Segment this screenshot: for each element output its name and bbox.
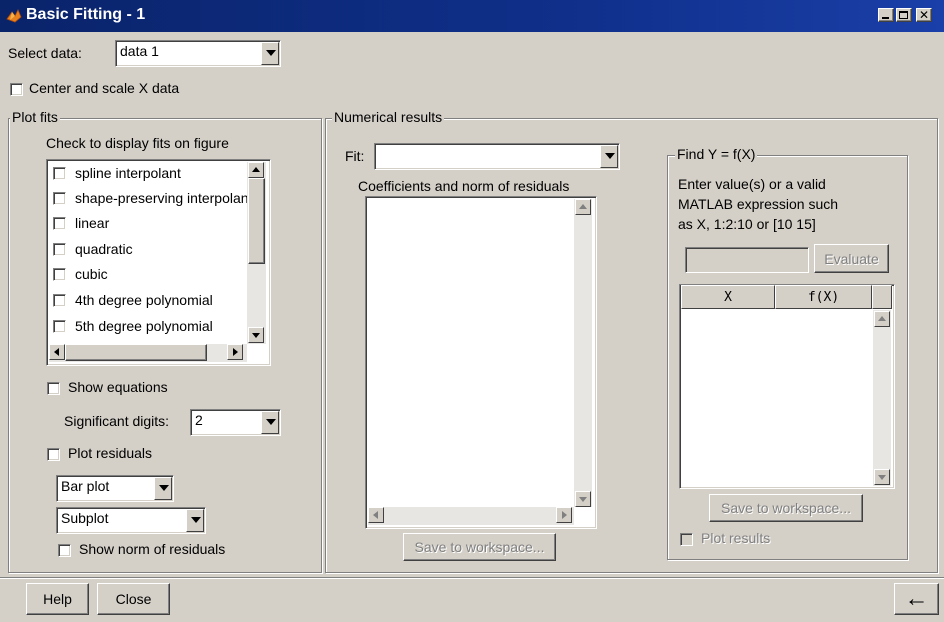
residual-plot-type-value: Bar plot	[61, 478, 110, 494]
fit-label: spline interpolant	[75, 165, 181, 181]
table-header-fx: f(X)	[775, 285, 872, 309]
evaluate-button[interactable]: Evaluate	[814, 244, 889, 273]
close-window-button[interactable]: ✕	[916, 8, 932, 22]
find-y-instruction-line3: as X, 1:2:10 or [10 15]	[678, 216, 816, 232]
maximize-button[interactable]	[896, 8, 912, 22]
residual-plot-location-value: Subplot	[61, 510, 109, 526]
fits-listbox[interactable]: spline interpolant shape-preserving inte…	[46, 159, 271, 366]
plot-fits-title: Plot fits	[10, 109, 60, 125]
plot-residuals-checkbox[interactable]	[47, 448, 60, 461]
fit-label: linear	[75, 215, 110, 231]
find-y-instruction-line1: Enter value(s) or a valid	[678, 176, 826, 192]
scroll-down-icon[interactable]	[575, 491, 591, 507]
significant-digits-value: 2	[195, 412, 203, 428]
table-header-x: X	[681, 285, 775, 309]
fit-label: quadratic	[75, 241, 133, 257]
coeff-vscroll-track[interactable]	[574, 199, 592, 507]
coefficients-label: Coefficients and norm of residuals	[358, 178, 570, 194]
fits-list: spline interpolant shape-preserving inte…	[47, 163, 247, 343]
matlab-logo-icon	[6, 9, 22, 23]
table-vscroll-track[interactable]	[873, 310, 891, 486]
fit-checkbox[interactable]	[53, 320, 66, 333]
fit-label: shape-preserving interpolant	[75, 190, 247, 206]
maximize-icon	[899, 11, 908, 19]
fit-checkbox[interactable]	[53, 192, 66, 205]
fits-hscroll-thumb[interactable]	[65, 344, 207, 361]
scroll-right-icon[interactable]	[227, 344, 243, 360]
fit-checkbox[interactable]	[53, 243, 66, 256]
select-data-value: data 1	[120, 43, 159, 59]
minimize-icon	[882, 17, 889, 19]
coeff-hscroll-track[interactable]	[368, 507, 574, 525]
scroll-up-icon[interactable]	[575, 199, 591, 215]
plot-results-label: Plot results	[701, 530, 771, 546]
fit-dropdown[interactable]	[374, 143, 620, 170]
find-y-table[interactable]: X f(X)	[679, 284, 895, 489]
chevron-down-icon[interactable]	[600, 145, 618, 168]
plot-results-checkbox[interactable]	[680, 533, 693, 546]
select-data-label: Select data:	[8, 45, 82, 61]
significant-digits-dropdown[interactable]: 2	[190, 409, 281, 436]
significant-digits-label: Significant digits:	[64, 413, 170, 429]
numerical-results-title: Numerical results	[332, 109, 445, 125]
scroll-left-icon[interactable]	[368, 507, 384, 523]
fit-checkbox[interactable]	[53, 167, 66, 180]
find-y-instruction-line2: MATLAB expression such	[678, 196, 839, 212]
show-norm-label: Show norm of residuals	[79, 541, 226, 557]
help-button[interactable]: Help	[26, 583, 89, 615]
show-equations-checkbox[interactable]	[47, 382, 60, 395]
fit-label: Fit:	[345, 148, 365, 164]
fit-checkbox[interactable]	[53, 294, 66, 307]
scroll-right-icon[interactable]	[556, 507, 572, 523]
coefficients-save-button[interactable]: Save to workspace...	[403, 533, 556, 561]
fit-label: 4th degree polynomial	[75, 292, 213, 308]
fits-vscroll-thumb[interactable]	[248, 178, 265, 264]
footer-divider-highlight	[0, 578, 944, 579]
find-y-title: Find Y = f(X)	[675, 146, 758, 162]
scroll-down-icon[interactable]	[874, 469, 890, 485]
center-scale-label: Center and scale X data	[29, 80, 180, 96]
scroll-left-icon[interactable]	[49, 344, 65, 360]
find-y-input[interactable]	[685, 247, 809, 273]
chevron-down-icon[interactable]	[261, 411, 279, 434]
show-norm-checkbox[interactable]	[58, 544, 71, 557]
close-button[interactable]: Close	[97, 583, 170, 615]
select-data-dropdown[interactable]: data 1	[115, 40, 281, 67]
arrow-left-icon: ←	[904, 585, 929, 612]
scroll-up-icon[interactable]	[248, 162, 264, 178]
fit-label: cubic	[75, 266, 108, 282]
plot-residuals-label: Plot residuals	[68, 445, 153, 461]
close-icon: ✕	[918, 8, 930, 22]
coefficients-textarea[interactable]	[365, 196, 597, 529]
find-y-save-button[interactable]: Save to workspace...	[709, 494, 863, 522]
scroll-down-icon[interactable]	[248, 327, 264, 343]
window-title: Basic Fitting - 1	[26, 6, 146, 23]
scroll-up-icon[interactable]	[874, 311, 890, 327]
show-equations-label: Show equations	[68, 379, 168, 395]
chevron-down-icon[interactable]	[186, 509, 204, 532]
collapse-arrow-button[interactable]: ←	[894, 583, 939, 615]
title-bar[interactable]: Basic Fitting - 1 ✕	[0, 0, 944, 32]
chevron-down-icon[interactable]	[261, 42, 279, 65]
chevron-down-icon[interactable]	[154, 477, 172, 500]
fit-label: 5th degree polynomial	[75, 318, 213, 334]
center-scale-checkbox[interactable]	[10, 83, 23, 96]
plot-fits-instruction: Check to display fits on figure	[46, 135, 229, 151]
table-header-corner	[872, 285, 892, 309]
residual-plot-location-dropdown[interactable]: Subplot	[56, 507, 206, 534]
fit-checkbox[interactable]	[53, 217, 66, 230]
residual-plot-type-dropdown[interactable]: Bar plot	[56, 475, 174, 502]
minimize-button[interactable]	[878, 8, 894, 22]
fit-checkbox[interactable]	[53, 268, 66, 281]
